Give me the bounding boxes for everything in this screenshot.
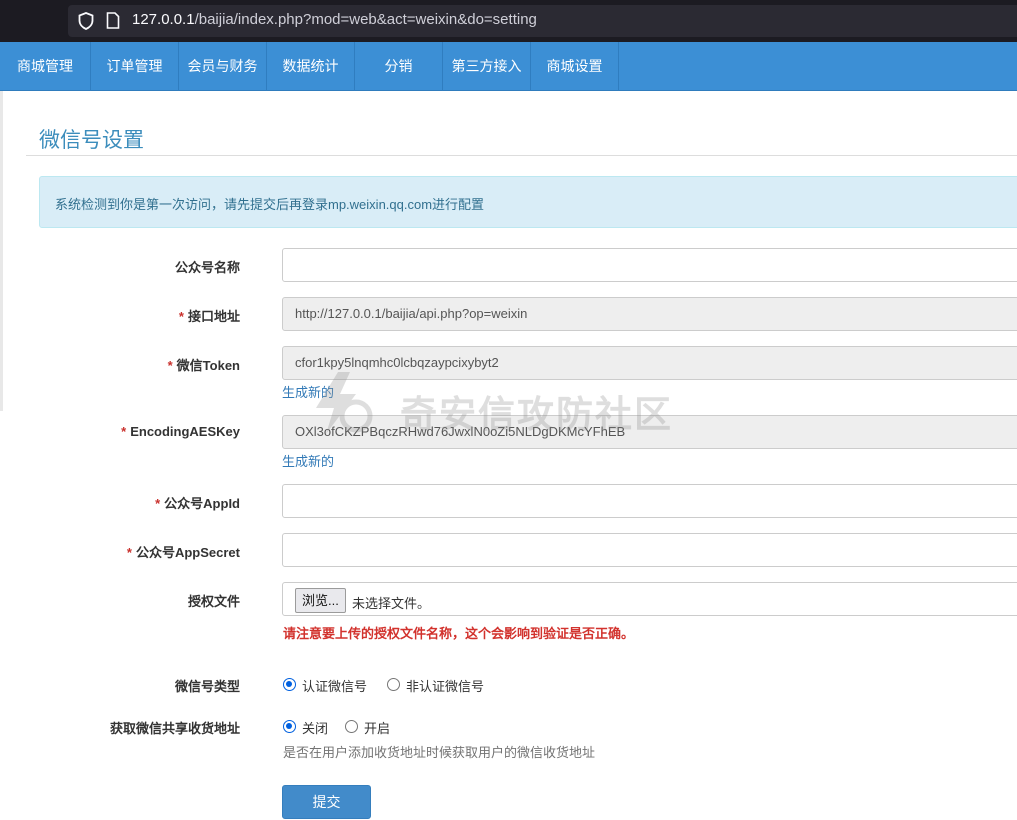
browser-toolbar: 127.0.0.1/baijia/index.php?mod=web&act=w… xyxy=(0,0,1017,42)
shield-icon[interactable] xyxy=(78,12,94,30)
auth-file-label: 授权文件 xyxy=(187,594,240,609)
radio-share-on-label[interactable]: 开启 xyxy=(364,718,390,737)
nav-item-mall-management[interactable]: 商城管理 xyxy=(0,42,91,91)
account-name-label: 公众号名称 xyxy=(174,260,240,275)
aes-key-input[interactable]: OXl3ofCKZPBqczRHwd76JwxlN0oZi5NLDgDKMcYF… xyxy=(282,415,1017,449)
top-nav: 商城管理 订单管理 会员与财务 数据统计 分销 第三方接入 商城设置 xyxy=(0,42,1017,91)
nav-item-statistics[interactable]: 数据统计 xyxy=(267,42,355,91)
alert-text: 系统检测到你是第一次访问，请先提交后再登录mp.weixin.qq.com进行配… xyxy=(55,197,485,212)
app-secret-input[interactable] xyxy=(282,533,1017,567)
nav-item-distribution[interactable]: 分销 xyxy=(355,42,443,91)
radio-uncertified[interactable] xyxy=(387,678,400,691)
generate-aes-key-link[interactable]: 生成新的 xyxy=(282,451,334,470)
radio-certified-label[interactable]: 认证微信号 xyxy=(302,676,367,695)
nav-item-order-management[interactable]: 订单管理 xyxy=(91,42,179,91)
page-icon xyxy=(106,12,120,29)
generate-token-link[interactable]: 生成新的 xyxy=(282,382,334,401)
token-label: * 微信Token xyxy=(167,358,240,373)
radio-uncertified-label[interactable]: 非认证微信号 xyxy=(406,676,484,695)
app-id-label: * 公众号AppId xyxy=(155,496,240,511)
required-mark: * xyxy=(126,545,132,560)
api-url-label: * 接口地址 xyxy=(178,309,240,324)
required-mark: * xyxy=(155,496,161,511)
app-id-input[interactable] xyxy=(282,484,1017,518)
page-title: 微信号设置 xyxy=(39,129,144,152)
radio-share-off[interactable] xyxy=(283,720,296,733)
auth-file-warning: 请注意要上传的授权文件名称，这个会影响到验证是否正确。 xyxy=(283,626,635,641)
info-alert: 系统检测到你是第一次访问，请先提交后再登录mp.weixin.qq.com进行配… xyxy=(39,176,1017,228)
required-mark: * xyxy=(167,358,173,373)
radio-share-on[interactable] xyxy=(345,720,358,733)
api-url-input[interactable]: http://127.0.0.1/baijia/api.php?op=weixi… xyxy=(282,297,1017,331)
nav-item-mall-settings[interactable]: 商城设置 xyxy=(531,42,619,91)
submit-button[interactable]: 提交 xyxy=(282,785,371,819)
browse-button[interactable]: 浏览... xyxy=(295,588,346,613)
auth-file-input[interactable]: 浏览... 未选择文件。 xyxy=(282,582,1017,616)
nav-item-members-finance[interactable]: 会员与财务 xyxy=(179,42,267,91)
token-input[interactable]: cfor1kpy5lnqmhc0lcbqzaypcixybyt2 xyxy=(282,346,1017,380)
account-name-input[interactable] xyxy=(282,248,1017,282)
url-host: 127.0.0.1 xyxy=(132,11,195,28)
share-address-help: 是否在用户添加收货地址时候获取用户的微信收货地址 xyxy=(283,745,596,760)
nav-item-third-party[interactable]: 第三方接入 xyxy=(443,42,531,91)
aes-key-label: * EncodingAESKey xyxy=(121,424,240,439)
app-secret-label: * 公众号AppSecret xyxy=(126,545,240,560)
title-divider xyxy=(26,155,1017,156)
share-address-label: 获取微信共享收货地址 xyxy=(109,721,240,736)
required-mark: * xyxy=(121,424,127,439)
file-status: 未选择文件。 xyxy=(352,596,431,611)
radio-certified[interactable] xyxy=(283,678,296,691)
required-mark: * xyxy=(178,309,184,324)
account-type-label: 微信号类型 xyxy=(174,679,240,694)
radio-share-off-label[interactable]: 关闭 xyxy=(302,718,328,737)
url-path: /baijia/index.php?mod=web&act=weixin&do=… xyxy=(194,11,537,28)
url-text[interactable]: 127.0.0.1/baijia/index.php?mod=web&act=w… xyxy=(132,11,537,28)
